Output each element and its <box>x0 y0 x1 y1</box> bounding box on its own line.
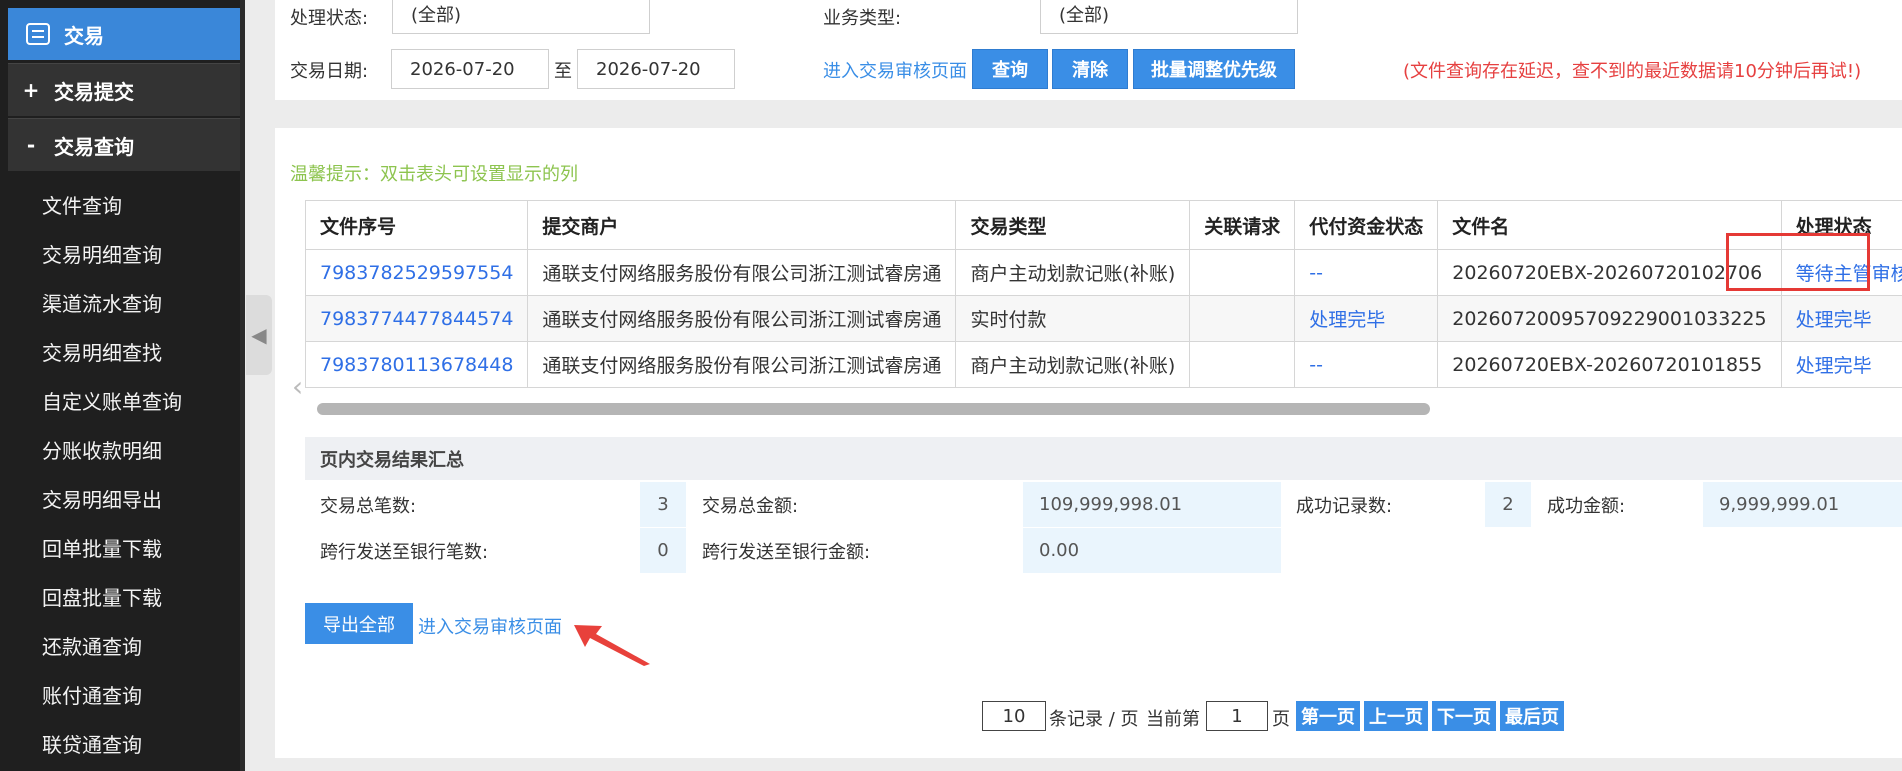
summary-title: 页内交易结果汇总 <box>305 437 1902 480</box>
merchant-cell: 通联支付网络服务股份有限公司浙江测试睿房通 <box>527 295 957 342</box>
success-count-label: 成功记录数: <box>1296 495 1393 517</box>
sidebar-item-channel-flow[interactable]: 渠道流水查询 <box>42 288 162 317</box>
sidebar-item-custom-bill[interactable]: 自定义账单查询 <box>42 386 182 415</box>
biz-type-label: 业务类型: <box>823 8 902 29</box>
delay-notice: (文件查询存在延迟，查不到的最近数据请10分钟后再试!) <box>1403 61 1862 82</box>
result-table-wrapper: 文件序号 提交商户 交易类型 关联请求 代付资金状态 文件名 处理状态 业 79… <box>305 200 1902 390</box>
file-no-link[interactable]: 7983782529597554 <box>305 249 529 296</box>
status-select[interactable]: (全部) <box>392 0 650 34</box>
sidebar-item-account-pay-query[interactable]: 账付通查询 <box>42 680 142 709</box>
audit-page-link-bottom[interactable]: 进入交易审核页面 <box>418 613 562 639</box>
total-amount-value: 109,999,998.01 <box>1023 482 1281 527</box>
collapse-icon: - <box>26 133 36 157</box>
sidebar-group-trade-query[interactable]: - 交易查询 <box>8 118 240 171</box>
trade-type-cell: 商户主动划款记账(补账) <box>955 341 1191 388</box>
sidebar: 交易 + 交易提交 - 交易查询 文件查询 交易明细查询 渠道流水查询 交易明细… <box>0 0 245 771</box>
page-size-input[interactable]: 10 <box>982 701 1046 731</box>
sidebar-collapse-handle[interactable]: ◀ <box>246 295 272 375</box>
sidebar-item-detail-find[interactable]: 交易明细查找 <box>42 337 162 366</box>
success-count-value: 2 <box>1485 482 1531 527</box>
col-header-fund-status[interactable]: 代付资金状态 <box>1294 200 1439 250</box>
sidebar-item-detail-export[interactable]: 交易明细导出 <box>42 484 162 513</box>
audit-page-link-top[interactable]: 进入交易审核页面 <box>823 57 967 83</box>
sidebar-item-receipt-download[interactable]: 回单批量下载 <box>42 533 162 562</box>
sidebar-item-split-detail[interactable]: 分账收款明细 <box>42 435 162 464</box>
first-page-button[interactable]: 第一页 <box>1296 701 1360 731</box>
process-status-link[interactable]: 处理完毕 <box>1780 341 1902 388</box>
interbank-count-value: 0 <box>640 528 686 573</box>
merchant-cell: 通联支付网络服务股份有限公司浙江测试睿房通 <box>527 341 957 388</box>
success-amount-label: 成功金额: <box>1547 495 1626 517</box>
table-header-row: 文件序号 提交商户 交易类型 关联请求 代付资金状态 文件名 处理状态 业 <box>305 200 1902 250</box>
file-no-link[interactable]: 7983780113678448 <box>305 341 529 388</box>
interbank-amount-value: 0.00 <box>1023 528 1281 573</box>
date-to-input[interactable]: 2026-07-20 <box>577 49 735 89</box>
success-amount-value: 9,999,999.01 <box>1703 482 1902 527</box>
interbank-count-label: 跨行发送至银行笔数: <box>320 541 489 563</box>
export-all-button[interactable]: 导出全部 <box>305 603 413 644</box>
sidebar-group-trade-submit[interactable]: + 交易提交 <box>8 63 240 116</box>
sidebar-item-repay-query[interactable]: 还款通查询 <box>42 631 142 660</box>
file-name-cell: 20260720095709229001033225 <box>1437 295 1782 342</box>
fund-status-link[interactable]: 处理完毕 <box>1294 295 1439 342</box>
related-request-cell <box>1189 295 1296 342</box>
sidebar-group-label: 交易提交 <box>54 79 134 104</box>
next-page-button[interactable]: 下一页 <box>1432 701 1496 731</box>
query-button[interactable]: 查询 <box>972 49 1048 89</box>
batch-priority-button[interactable]: 批量调整优先级 <box>1133 49 1295 89</box>
scroll-left-icon[interactable]: ‹ <box>292 370 312 420</box>
interbank-amount-label: 跨行发送至银行金额: <box>702 541 871 563</box>
prev-page-button[interactable]: 上一页 <box>1364 701 1428 731</box>
status-label: 处理状态: <box>290 8 369 29</box>
sidebar-group-label: 交易查询 <box>54 134 134 159</box>
per-page-text: 条记录 / 页 <box>1049 709 1139 730</box>
highlight-box <box>1726 233 1870 291</box>
expand-icon: + <box>22 78 40 102</box>
date-label: 交易日期: <box>290 61 369 82</box>
column-tip: 温馨提示：双击表头可设置显示的列 <box>290 164 578 185</box>
total-amount-label: 交易总金额: <box>702 495 799 517</box>
total-count-value: 3 <box>640 482 686 527</box>
table-row: 7983780113678448 通联支付网络服务股份有限公司浙江测试睿房通 商… <box>305 341 1902 388</box>
col-header-related-request[interactable]: 关联请求 <box>1189 200 1296 250</box>
date-separator: 至 <box>554 61 572 82</box>
merchant-cell: 通联支付网络服务股份有限公司浙江测试睿房通 <box>527 249 957 296</box>
page-suffix-text: 页 <box>1272 709 1290 730</box>
current-page-input[interactable]: 1 <box>1206 701 1268 731</box>
file-name-cell: 20260720EBX-20260720101855 <box>1437 341 1782 388</box>
col-header-file-no[interactable]: 文件序号 <box>305 200 529 250</box>
result-table: 文件序号 提交商户 交易类型 关联请求 代付资金状态 文件名 处理状态 业 79… <box>305 200 1902 388</box>
sidebar-top-trade[interactable]: 交易 <box>8 8 240 60</box>
fund-status-link[interactable]: -- <box>1294 341 1439 388</box>
table-row: 7983782529597554 通联支付网络服务股份有限公司浙江测试睿房通 商… <box>305 249 1902 296</box>
fund-status-link[interactable]: -- <box>1294 249 1439 296</box>
current-prefix-text: 当前第 <box>1146 709 1200 730</box>
trade-type-cell: 实时付款 <box>955 295 1191 342</box>
last-page-button[interactable]: 最后页 <box>1500 701 1564 731</box>
col-header-trade-type[interactable]: 交易类型 <box>955 200 1191 250</box>
list-icon <box>26 23 50 45</box>
chevron-left-icon: ◀ <box>251 323 267 347</box>
related-request-cell <box>1189 249 1296 296</box>
biz-type-select[interactable]: (全部) <box>1040 0 1298 34</box>
trade-type-cell: 商户主动划款记账(补账) <box>955 249 1191 296</box>
col-header-merchant[interactable]: 提交商户 <box>527 200 957 250</box>
sidebar-item-joint-loan-query[interactable]: 联贷通查询 <box>42 729 142 758</box>
total-count-label: 交易总笔数: <box>320 495 417 517</box>
process-status-link[interactable]: 处理完毕 <box>1780 295 1902 342</box>
sidebar-item-file-query[interactable]: 文件查询 <box>42 190 122 219</box>
date-from-input[interactable]: 2026-07-20 <box>391 49 549 89</box>
related-request-cell <box>1189 341 1296 388</box>
sidebar-item-detail-query[interactable]: 交易明细查询 <box>42 239 162 268</box>
file-no-link[interactable]: 7983774477844574 <box>305 295 529 342</box>
table-row: 7983774477844574 通联支付网络服务股份有限公司浙江测试睿房通 实… <box>305 295 1902 342</box>
horizontal-scrollbar[interactable] <box>317 403 1430 415</box>
arrow-annotation-icon <box>574 625 650 666</box>
sidebar-item-return-download[interactable]: 回盘批量下载 <box>42 582 162 611</box>
sidebar-top-label: 交易 <box>64 23 104 48</box>
clear-button[interactable]: 清除 <box>1052 49 1128 89</box>
